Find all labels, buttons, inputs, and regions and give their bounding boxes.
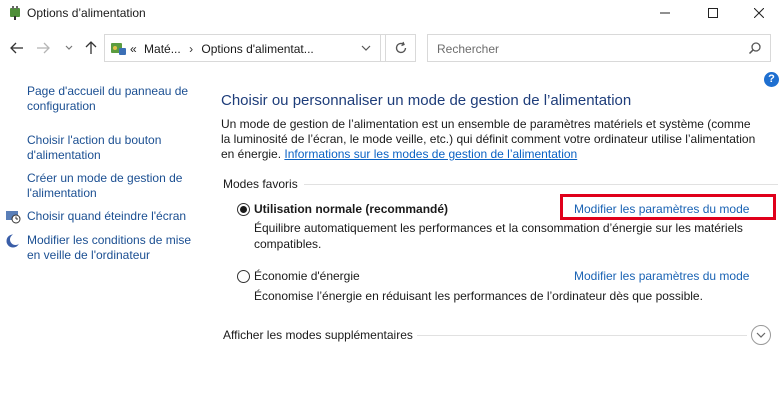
section-divider xyxy=(304,184,778,185)
arrow-up-icon xyxy=(85,41,97,54)
title-bar: Options d’alimentation xyxy=(0,0,780,26)
plan-radio-balanced[interactable] xyxy=(237,203,250,216)
refresh-button[interactable] xyxy=(385,34,416,62)
search-icon xyxy=(748,42,761,55)
sidebar-item-sleep-settings[interactable]: Modifier les conditions de mise en veill… xyxy=(27,233,202,263)
change-plan-settings-link-power-saver[interactable]: Modifier les paramètres du mode xyxy=(574,269,749,283)
back-button[interactable] xyxy=(8,38,26,58)
power-plans-info-link[interactable]: Informations sur les modes de gestion de… xyxy=(284,147,577,161)
sidebar-item-power-button-action[interactable]: Choisir l'action du bouton d'alimentatio… xyxy=(27,133,197,163)
plan-description-power-saver: Économise l’énergie en réduisant les per… xyxy=(254,289,703,303)
show-additional-plans-label[interactable]: Afficher les modes supplémentaires xyxy=(223,328,413,342)
breadcrumb-separator-icon: › xyxy=(189,42,194,56)
chevron-down-icon xyxy=(756,332,766,338)
up-button[interactable] xyxy=(82,38,100,58)
plan-name-power-saver[interactable]: Économie d'énergie xyxy=(254,269,360,283)
minimize-button[interactable] xyxy=(642,0,688,26)
breadcrumb-item-options[interactable]: Options d'alimentat... xyxy=(201,42,313,56)
maximize-icon xyxy=(708,8,718,18)
additional-plans-divider xyxy=(417,335,747,336)
sidebar-item-create-power-plan[interactable]: Créer un mode de gestion de l'alimentati… xyxy=(27,171,197,201)
recent-locations-button[interactable] xyxy=(63,38,75,58)
sidebar-item-control-panel-home[interactable]: Page d'accueil du panneau de configurati… xyxy=(27,84,202,114)
power-options-app-icon xyxy=(7,4,23,20)
control-panel-icon xyxy=(109,40,127,58)
breadcrumb: « Maté... › Options d'alimentat... xyxy=(130,42,314,56)
address-dropdown-button[interactable] xyxy=(351,34,381,62)
sidebar-item-turn-off-display[interactable]: Choisir quand éteindre l'écran xyxy=(27,209,202,224)
page-title: Choisir ou personnaliser un mode de gest… xyxy=(221,92,632,109)
arrow-right-icon xyxy=(37,42,50,54)
forward-button[interactable] xyxy=(34,38,52,58)
window-title: Options d’alimentation xyxy=(27,6,146,20)
page-description: Un mode de gestion de l’alimentation est… xyxy=(221,117,761,162)
highlight-box xyxy=(560,194,776,220)
plan-radio-power-saver[interactable] xyxy=(237,270,250,283)
help-icon[interactable]: ? xyxy=(764,72,779,87)
maximize-button[interactable] xyxy=(690,0,736,26)
plan-name-balanced[interactable]: Utilisation normale (recommandé) xyxy=(254,202,448,216)
minimize-icon xyxy=(660,12,670,14)
chevron-down-icon xyxy=(65,45,73,50)
plan-description-balanced: Équilibre automatiquement les performanc… xyxy=(254,221,743,251)
breadcrumb-overflow[interactable]: « xyxy=(130,42,137,56)
sleep-moon-icon xyxy=(5,233,21,249)
arrow-left-icon xyxy=(10,42,23,54)
expand-additional-plans-button[interactable] xyxy=(751,325,771,345)
chevron-down-icon xyxy=(361,45,371,51)
section-label-favorite-plans: Modes favoris xyxy=(223,177,298,191)
display-clock-icon xyxy=(5,208,21,224)
search-placeholder: Rechercher xyxy=(437,42,500,56)
breadcrumb-item-materiel[interactable]: Maté... xyxy=(144,42,181,56)
close-icon xyxy=(754,8,764,18)
close-button[interactable] xyxy=(736,0,780,26)
search-input[interactable]: Rechercher xyxy=(427,34,771,62)
refresh-icon xyxy=(395,41,406,54)
